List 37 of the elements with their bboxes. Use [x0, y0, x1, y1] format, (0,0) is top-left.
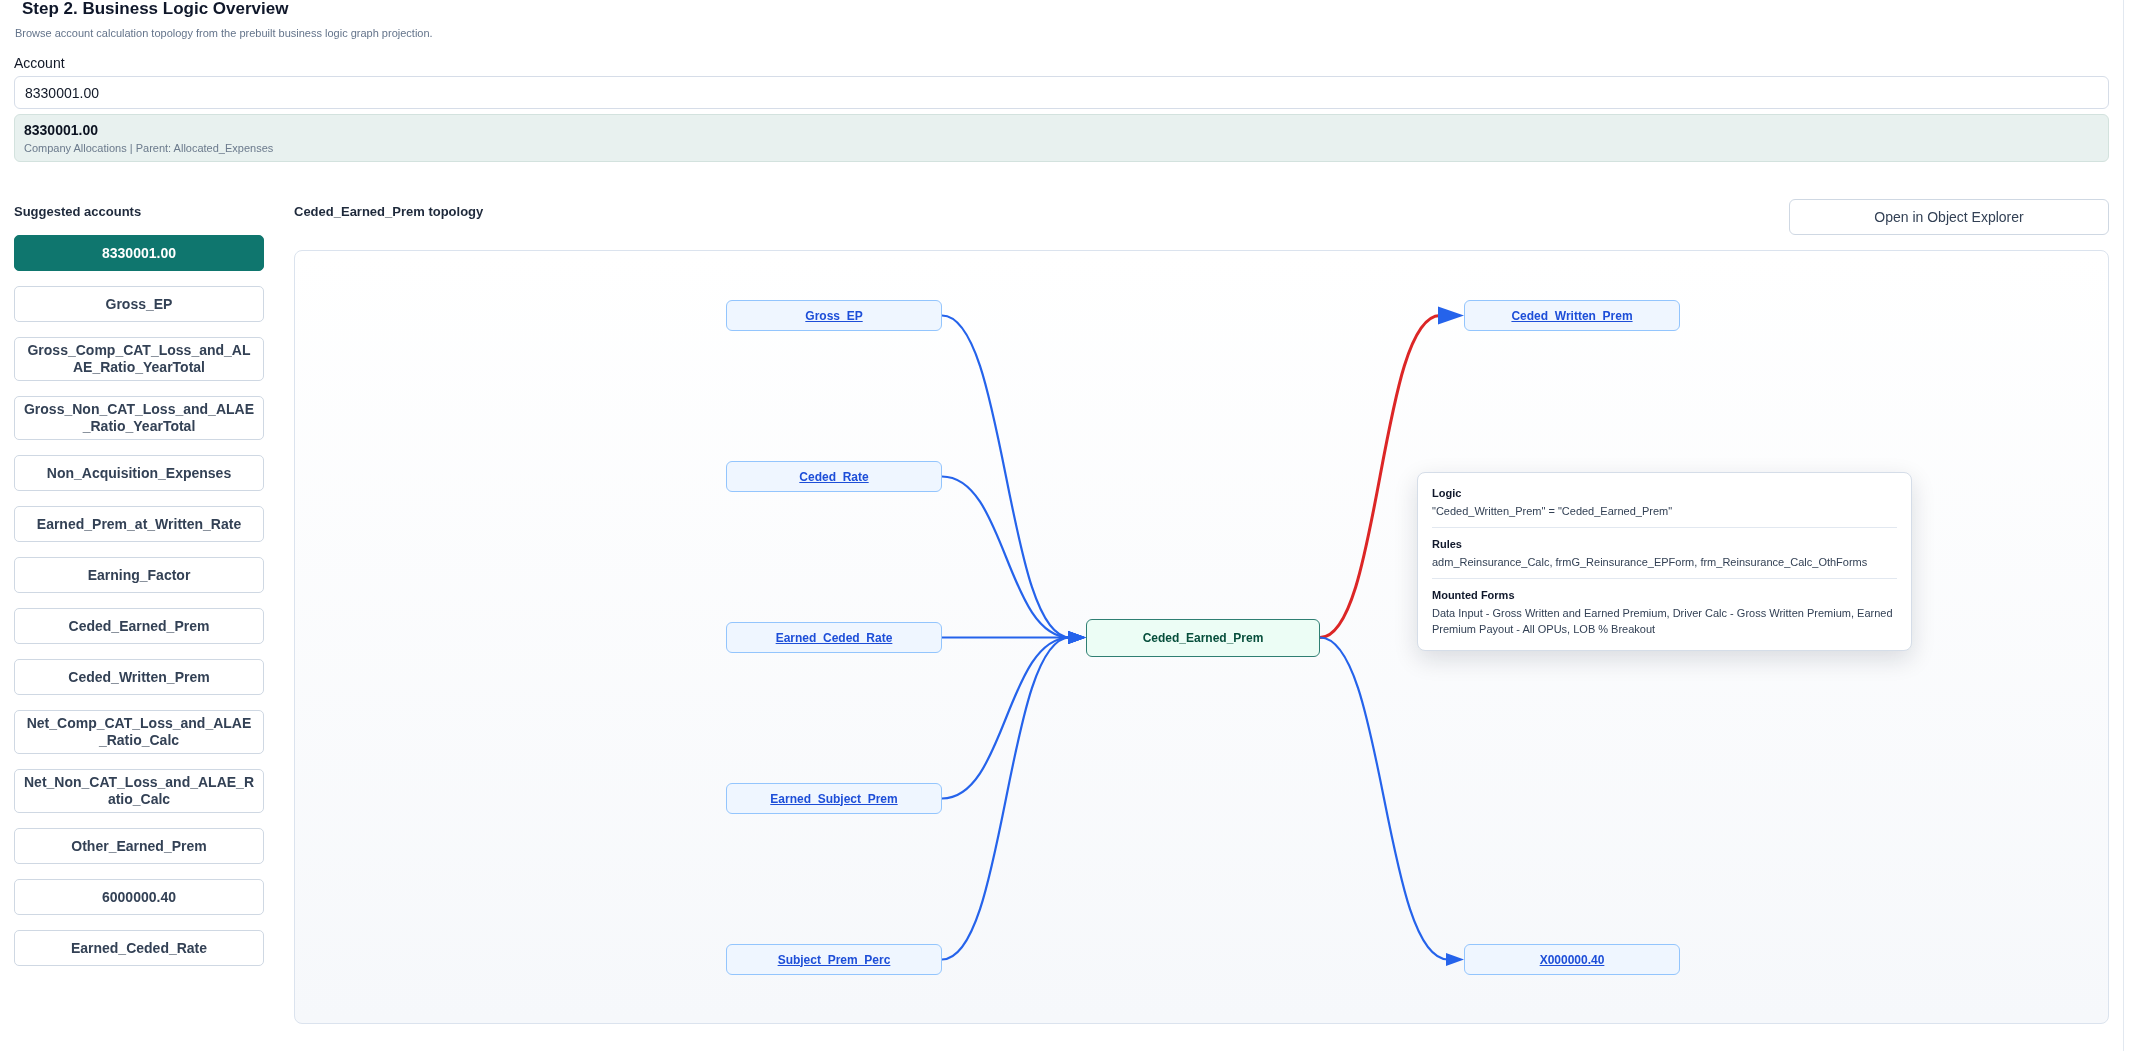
page-subtitle: Browse account calculation topology from the prebuilt business logic graph projection. [14, 26, 433, 40]
suggested-account-button[interactable]: Gross_Non_CAT_Loss_and_ALAE_Ratio_YearTotal [14, 396, 264, 440]
suggested-account-button[interactable]: Earned_Ceded_Rate [14, 930, 264, 966]
focus-account-node: Ceded_Earned_Prem [1086, 618, 1320, 657]
suggested-account-button[interactable]: Non_Acquisition_Expenses [14, 455, 264, 491]
account-label: Account [14, 55, 65, 72]
topology-title: Ceded_Earned_Prem topology [294, 203, 484, 221]
tooltip-section-text: "Ceded_Written_Prem" = "Ceded_Earned_Prem" [1432, 504, 1674, 519]
account-node-link[interactable]: Ceded_Written_Prem [1464, 300, 1680, 331]
match-account-detail: Company Allocations | Parent: Allocated_Expenses [24, 141, 274, 155]
tooltip-section-text: adm_Reinsurance_Calc, frmG_Reinsurance_EPForm, frm_Reinsurance_Calc_OthForms [1432, 555, 1869, 570]
match-account-number: 8330001.00 [24, 122, 98, 138]
tooltip-section-text: Data Input - Gross Written and Earned Premium, Driver Calc - Gross Written Premium, Earned Premium Payout - All OPUs, LOB % Breakout [1432, 606, 1894, 637]
suggested-account-button[interactable]: Gross_EP [14, 286, 264, 322]
page-title: Step 2. Business Logic Overview [21, 0, 289, 20]
account-node-link[interactable]: X000000.40 [1464, 944, 1680, 975]
suggested-account-button[interactable]: Net_Non_CAT_Loss_and_ALAE_Ratio_Calc [14, 769, 264, 813]
account-input[interactable]: 8330001.00 [14, 76, 2109, 109]
account-node-link[interactable]: Ceded_Rate [726, 461, 942, 492]
suggested-account-button[interactable]: Net_Comp_CAT_Loss_and_ALAE_Ratio_Calc [14, 710, 264, 754]
sidebar-heading: Suggested accounts [14, 203, 142, 221]
suggested-account-button[interactable]: Ceded_Written_Prem [14, 659, 264, 695]
suggested-account-button[interactable]: 8330001.00 [14, 235, 264, 271]
suggested-account-button[interactable]: 6000000.40 [14, 879, 264, 915]
account-node-link[interactable]: Subject_Prem_Perc [726, 944, 942, 975]
tooltip-section-heading: Rules [1432, 537, 1462, 552]
suggested-account-button[interactable]: Earned_Prem_at_Written_Rate [14, 506, 264, 542]
suggested-account-button[interactable]: Gross_Comp_CAT_Loss_and_ALAE_Ratio_YearTotal [14, 337, 264, 381]
account-node-link[interactable]: Earned_Subject_Prem [726, 783, 942, 814]
tooltip-section-heading: Mounted Forms [1432, 588, 1515, 603]
suggested-account-button[interactable]: Earning_Factor [14, 557, 264, 593]
open-in-explorer-button[interactable]: Open in Object Explorer [1789, 199, 2109, 235]
account-node-link[interactable]: Earned_Ceded_Rate [726, 622, 942, 653]
suggested-account-button[interactable]: Ceded_Earned_Prem [14, 608, 264, 644]
account-node-link[interactable]: Gross_EP [726, 300, 942, 331]
tooltip-section-heading: Logic [1432, 486, 1462, 501]
suggested-account-button[interactable]: Other_Earned_Prem [14, 828, 264, 864]
